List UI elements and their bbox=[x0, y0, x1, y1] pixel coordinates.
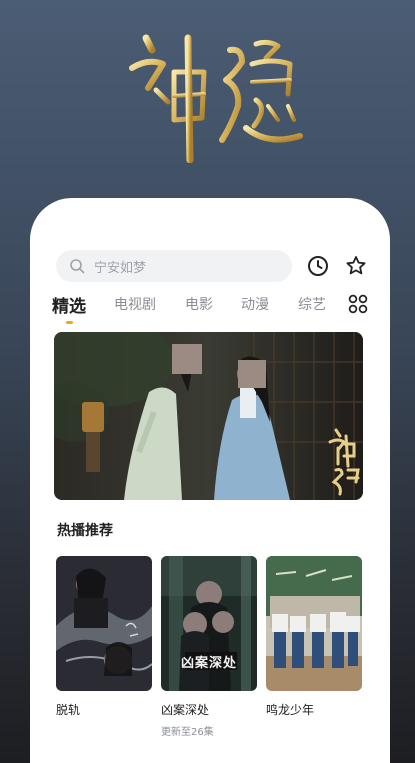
history-icon[interactable] bbox=[306, 254, 330, 278]
tab-variety[interactable]: 综艺 bbox=[298, 294, 326, 314]
search-placeholder: 宁安如梦 bbox=[94, 261, 147, 276]
search-row: 宁安如梦 bbox=[56, 250, 376, 282]
tab-featured[interactable]: 精选 bbox=[52, 292, 86, 317]
poster-tuogui bbox=[56, 556, 152, 691]
card-episode-status: 更新至26集 bbox=[161, 727, 214, 738]
tab-tv-series[interactable]: 电视剧 bbox=[114, 294, 156, 314]
favorite-star-icon[interactable] bbox=[344, 254, 368, 278]
tab-movies[interactable]: 电影 bbox=[185, 294, 213, 314]
tab-anime[interactable]: 动漫 bbox=[241, 294, 269, 314]
show-card-xiongan[interactable]: 凶案深处 凶案深处 更新至26集 bbox=[161, 556, 257, 738]
all-categories-icon[interactable] bbox=[348, 294, 368, 314]
card-title: 凶案深处 bbox=[161, 703, 210, 717]
search-icon bbox=[70, 259, 85, 274]
card-title: 鸣龙少年 bbox=[266, 703, 315, 717]
search-bar[interactable]: 宁安如梦 bbox=[56, 250, 292, 282]
poster-minglong bbox=[266, 556, 362, 691]
poster-xiongan: 凶案深处 bbox=[161, 556, 257, 691]
phone-screen: 宁安如梦 精选 电视剧 电影 动漫 综艺 热播推荐 脱轨 凶案深处 凶案深处 更… bbox=[30, 198, 390, 763]
hero-logo: 神隐 bbox=[118, 28, 303, 164]
category-tabs: 精选 电视剧 电影 动漫 综艺 bbox=[52, 294, 372, 324]
hot-recommendations-title: 热播推荐 bbox=[57, 523, 113, 539]
card-title: 脱轨 bbox=[56, 703, 81, 717]
poster-title-text: 凶案深处 bbox=[181, 656, 238, 671]
show-card-tuogui[interactable]: 脱轨 bbox=[56, 556, 152, 718]
active-tab-indicator bbox=[66, 321, 73, 324]
featured-banner[interactable]: 神隐 bbox=[54, 332, 363, 500]
show-card-minglong[interactable]: 鸣龙少年 bbox=[266, 556, 362, 718]
